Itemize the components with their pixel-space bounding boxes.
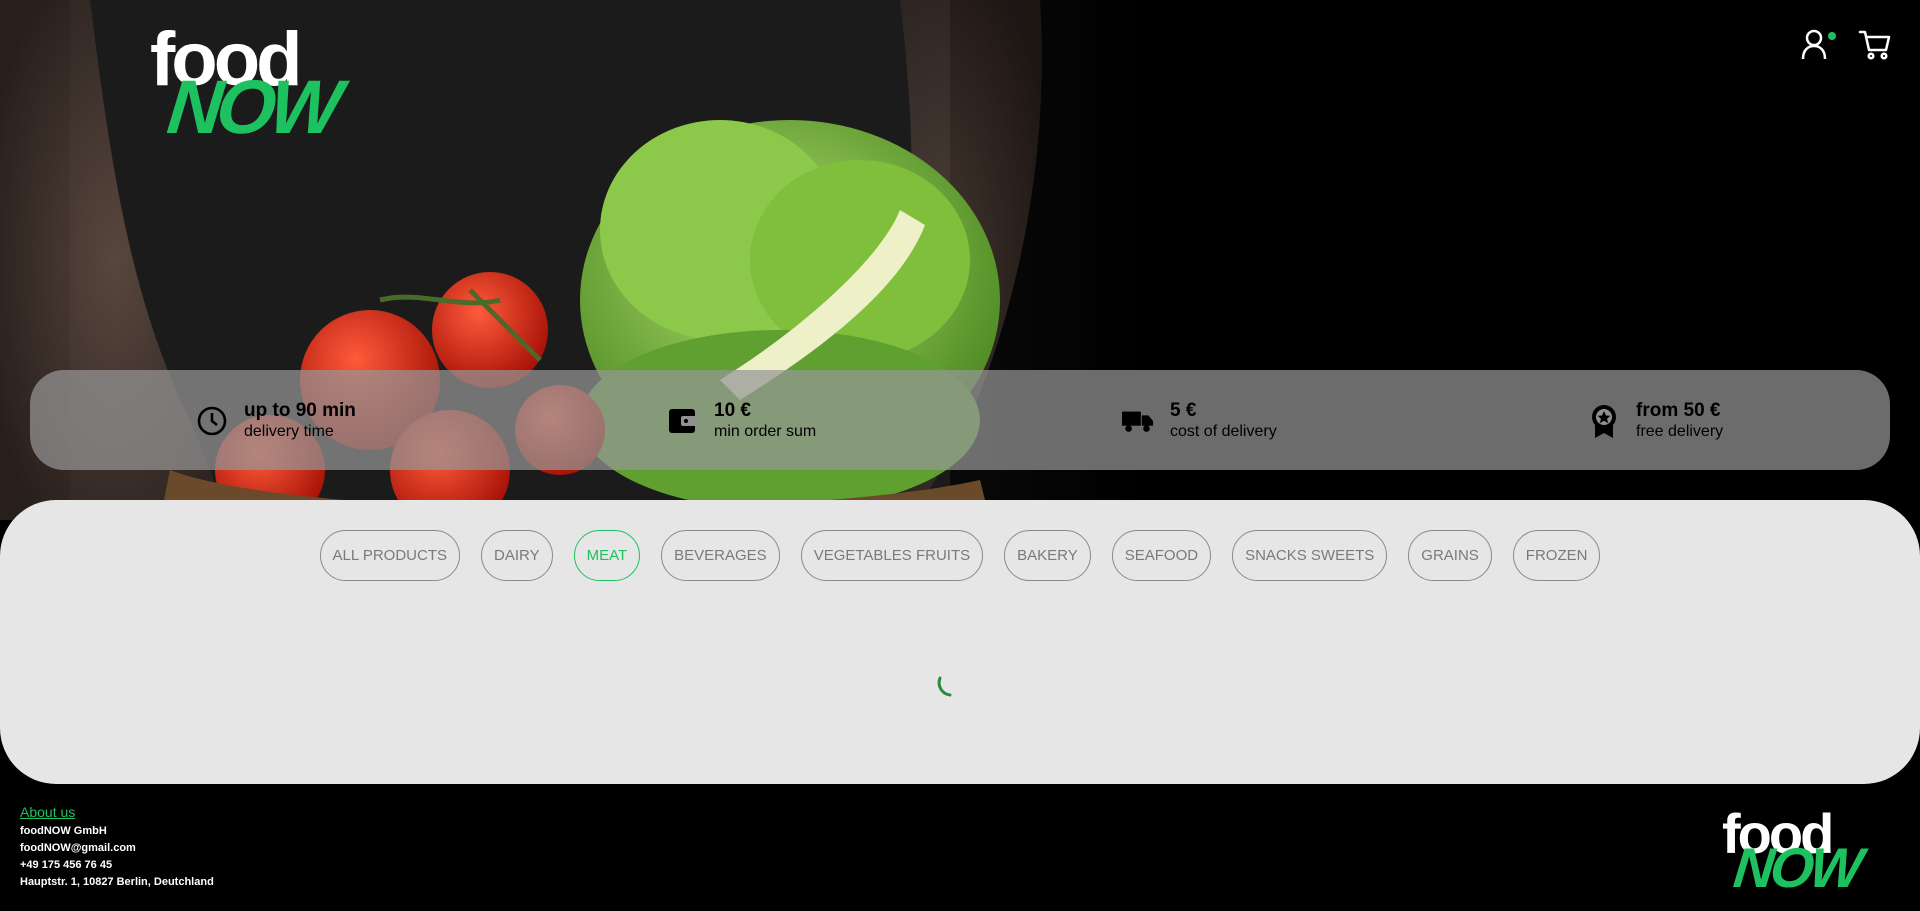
footer: About us foodNOW GmbH foodNOW@gmail.com … <box>0 784 1920 911</box>
hero-banner: food NOW up to 90 min delivery time 10 €… <box>0 0 1920 520</box>
category-frozen[interactable]: FROZEN <box>1512 530 1601 581</box>
clock-icon <box>196 404 228 438</box>
category-filter: ALL PRODUCTS DAIRY MEAT BEVERAGES VEGETA… <box>0 530 1920 581</box>
footer-email: foodNOW@gmail.com <box>20 842 136 854</box>
products-panel: ALL PRODUCTS DAIRY MEAT BEVERAGES VEGETA… <box>0 500 1920 784</box>
info-subtitle: min order sum <box>714 423 817 440</box>
award-icon <box>1588 404 1620 438</box>
category-seafood[interactable]: SEAFOOD <box>1111 530 1212 581</box>
info-subtitle: free delivery <box>1636 423 1724 440</box>
info-free-delivery: from 50 € free delivery <box>1588 400 1723 441</box>
info-subtitle: delivery time <box>244 423 334 440</box>
about-us-link[interactable]: About us <box>20 804 75 820</box>
category-all-products[interactable]: ALL PRODUCTS <box>319 530 460 581</box>
user-icon <box>1801 29 1827 60</box>
loading-spinner-icon <box>937 676 952 697</box>
category-meat[interactable]: MEAT <box>573 530 641 581</box>
info-min-order: 10 € min order sum <box>666 400 816 441</box>
footer-address: Hauptstr. 1, 10827 Berlin, Deutchland <box>20 876 214 888</box>
footer-logo[interactable]: food NOW <box>1722 806 1872 900</box>
logo-now-text: NOW <box>1730 836 1863 899</box>
category-snacks-sweets[interactable]: SNACKS SWEETS <box>1232 530 1388 581</box>
info-delivery-cost: 5 € cost of delivery <box>1122 400 1277 441</box>
info-subtitle: cost of delivery <box>1170 423 1277 440</box>
cart-icon <box>1858 30 1891 60</box>
info-title: 10 € <box>714 400 751 421</box>
footer-phone: +49 175 456 76 45 <box>20 859 113 871</box>
wallet-icon <box>666 404 698 438</box>
logo-now-text: NOW <box>163 65 341 150</box>
delivery-info-bar: up to 90 min delivery time 10 € min orde… <box>30 370 1890 470</box>
foodnow-logo[interactable]: food NOW <box>150 22 360 151</box>
category-dairy[interactable]: DAIRY <box>481 530 553 581</box>
info-title: up to 90 min <box>244 400 356 421</box>
user-status-dot <box>1828 32 1836 40</box>
info-title: from 50 € <box>1636 400 1721 421</box>
category-grains[interactable]: GRAINS <box>1408 530 1492 581</box>
category-bakery[interactable]: BAKERY <box>1004 530 1091 581</box>
truck-icon <box>1122 404 1154 438</box>
footer-company: foodNOW GmbH <box>20 825 107 837</box>
cart-button[interactable] <box>1858 28 1894 64</box>
info-delivery-time: up to 90 min delivery time <box>196 400 356 441</box>
info-title: 5 € <box>1170 400 1197 421</box>
category-vegetables-fruits[interactable]: VEGETABLES FRUITS <box>800 530 984 581</box>
category-beverages[interactable]: BEVERAGES <box>661 530 780 581</box>
user-button[interactable] <box>1800 28 1836 64</box>
